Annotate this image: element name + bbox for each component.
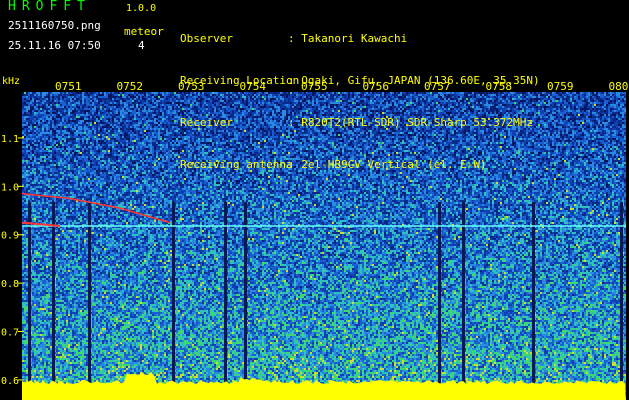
app-version: 1.0.0	[126, 3, 157, 14]
dropout-streak	[532, 202, 535, 392]
freq-tick-label: 0.6	[1, 376, 19, 387]
time-tick-label: 0800	[609, 80, 629, 93]
freq-unit-label: kHz	[2, 76, 20, 87]
app-title: HROFFT	[8, 0, 91, 14]
receiver-value: : R820T2(RTL-SDR) SDR-Sharp 53.372MHz	[288, 116, 534, 129]
receiver-label: Receiver	[180, 116, 233, 129]
meteor-label: meteor	[124, 25, 164, 38]
time-tick-label: 0752	[117, 80, 144, 93]
observer-value: : Takanori Kawachi	[288, 32, 408, 45]
freq-tick-label: 1.0	[1, 182, 19, 193]
location-value: : Ogaki, Gifu, JAPAN (136.60E, 35.35N)	[288, 74, 540, 87]
dropout-streak	[244, 202, 247, 392]
file-name: 2511160750.png	[8, 19, 101, 32]
dropout-streak	[438, 202, 441, 392]
observer-label: Observer	[180, 32, 233, 45]
dropout-streak	[224, 202, 227, 392]
date-time: 25.11.16 07:50	[8, 39, 101, 52]
antenna-value: : 2el-HB9CV Vertical (el. E-W)	[288, 158, 487, 171]
freq-tick-label: 0.9	[1, 231, 19, 242]
observation-values: : Takanori Kawachi : Ogaki, Gifu, JAPAN …	[288, 4, 540, 186]
meteor-count: 4	[138, 39, 145, 52]
dropout-streak	[620, 202, 623, 392]
dropout-streak	[52, 202, 55, 392]
dropout-streak	[88, 202, 91, 392]
time-tick-label: 0751	[55, 80, 82, 93]
dropout-streak	[28, 202, 31, 392]
location-label: Receiving Location	[180, 74, 300, 87]
dropout-streak	[172, 202, 175, 392]
freq-tick-label: 0.7	[1, 328, 19, 339]
freq-tick-label: 0.8	[1, 279, 19, 290]
observation-labels: Observer Receiving Location Receiver Rec…	[180, 4, 299, 186]
freq-tick-label: 1.1	[1, 134, 19, 145]
dropout-streak	[462, 202, 465, 392]
time-tick-label: 0759	[547, 80, 574, 93]
antenna-label: Receiving antenna	[180, 158, 293, 171]
